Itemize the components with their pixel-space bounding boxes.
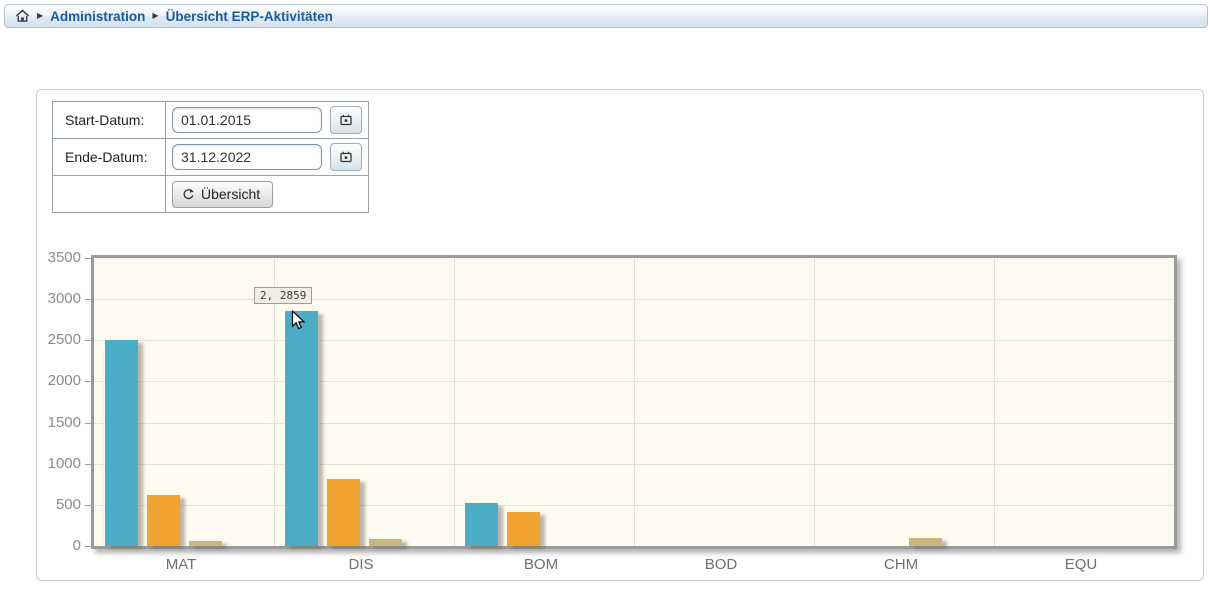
bar-dis-series2[interactable] — [327, 479, 360, 546]
uebersicht-button-label: Übersicht — [201, 186, 260, 202]
calendar-icon — [340, 114, 352, 126]
gridline-vertical — [994, 258, 995, 546]
y-axis-tick — [85, 546, 91, 547]
x-axis-label: CHM — [811, 556, 991, 573]
y-axis-tick — [85, 299, 91, 300]
bar-mat-series2[interactable] — [147, 495, 180, 546]
y-axis-tick — [85, 258, 91, 259]
y-axis-label: 3500 — [37, 249, 81, 267]
end-date-input[interactable] — [172, 144, 322, 170]
calendar-icon — [340, 151, 352, 163]
breadcrumb-separator-icon: ▶ — [152, 12, 158, 20]
y-axis-label: 2000 — [37, 372, 81, 390]
x-axis-label: DIS — [271, 556, 451, 573]
filter-form: Start-Datum: Ende-Datum: — [52, 101, 369, 213]
y-axis-label: 1500 — [37, 414, 81, 432]
y-axis-label: 3000 — [37, 290, 81, 308]
start-date-label: Start-Datum: — [53, 102, 166, 139]
gridline-vertical — [634, 258, 635, 546]
breadcrumb: ▶ Administration ▶ Übersicht ERP-Aktivit… — [4, 4, 1208, 28]
chart-tooltip: 2, 2859 — [254, 287, 312, 304]
breadcrumb-item-administration[interactable]: Administration — [50, 9, 145, 24]
y-axis-label: 2500 — [37, 331, 81, 349]
end-date-row: Ende-Datum: — [53, 139, 369, 176]
breadcrumb-separator-icon: ▶ — [37, 12, 43, 20]
y-axis-label: 0 — [37, 537, 81, 555]
gridline-vertical — [814, 258, 815, 546]
empty-cell — [53, 176, 166, 213]
mouse-cursor — [291, 310, 308, 332]
start-date-row: Start-Datum: — [53, 102, 369, 139]
gridline-vertical — [454, 258, 455, 546]
breadcrumb-item-current[interactable]: Übersicht ERP-Aktivitäten — [166, 9, 333, 24]
bar-bom-series1[interactable] — [465, 503, 498, 546]
end-date-label: Ende-Datum: — [53, 139, 166, 176]
bar-dis-series3[interactable] — [369, 539, 402, 546]
y-axis-tick — [85, 340, 91, 341]
refresh-icon — [182, 188, 195, 201]
start-date-calendar-button[interactable] — [330, 106, 362, 134]
bar-bom-series2[interactable] — [507, 512, 540, 546]
end-date-calendar-button[interactable] — [330, 143, 362, 171]
y-axis-tick — [85, 381, 91, 382]
uebersicht-button[interactable]: Übersicht — [172, 181, 273, 208]
start-date-input[interactable] — [172, 107, 322, 133]
x-axis-label: MAT — [91, 556, 271, 573]
y-axis-tick — [85, 505, 91, 506]
bar-mat-series1[interactable] — [105, 340, 138, 546]
y-axis-label: 1000 — [37, 455, 81, 473]
home-icon[interactable] — [15, 9, 30, 23]
x-axis-label: EQU — [991, 556, 1171, 573]
bar-dis-series1[interactable] — [285, 311, 318, 546]
content-panel: Start-Datum: Ende-Datum: — [36, 89, 1204, 581]
x-axis-label: BOM — [451, 556, 631, 573]
y-axis-tick — [85, 423, 91, 424]
y-axis-tick — [85, 464, 91, 465]
bar-chart: 2, 2859 0 500 1000 1500 2000 2500 3000 3500 MATD… — [37, 245, 1202, 580]
bar-chm-series3[interactable] — [909, 538, 942, 546]
y-axis-label: 500 — [37, 496, 81, 514]
x-axis-label: BOD — [631, 556, 811, 573]
bar-mat-series3[interactable] — [189, 541, 222, 546]
submit-row: Übersicht — [53, 176, 369, 213]
